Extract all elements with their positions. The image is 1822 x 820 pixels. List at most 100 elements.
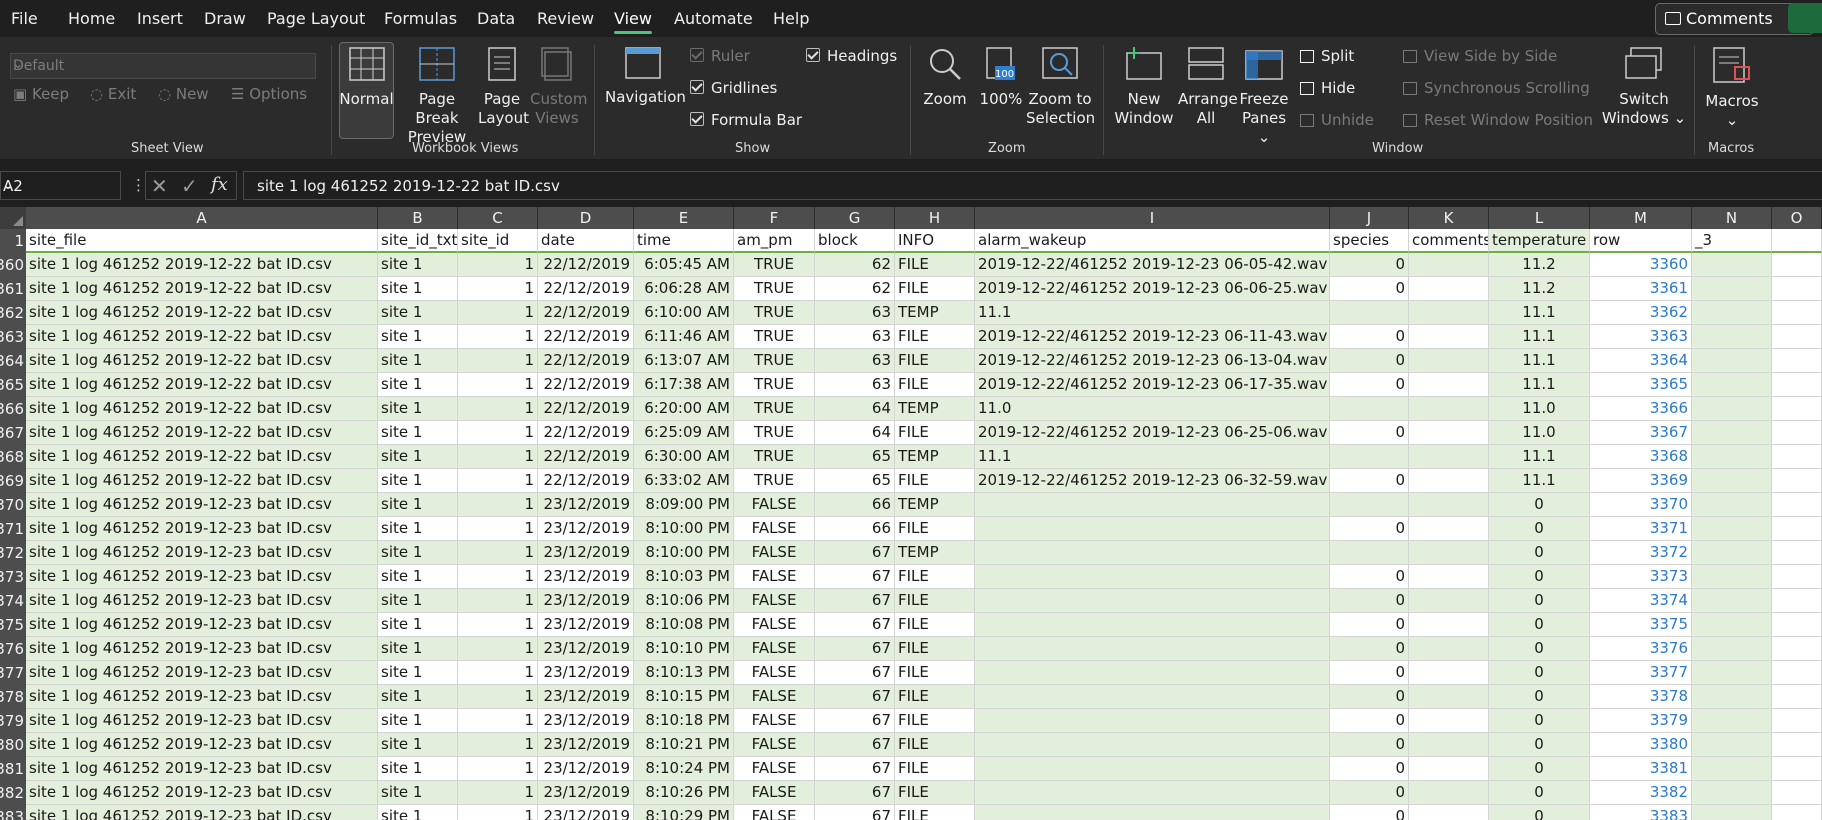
row-number[interactable]: 3370: [0, 493, 26, 517]
cell-j[interactable]: 0: [1330, 805, 1409, 820]
cell-l[interactable]: 11.1: [1489, 469, 1590, 493]
cell-o[interactable]: [1772, 709, 1822, 733]
cell-f[interactable]: TRUE: [734, 445, 815, 469]
cell-i[interactable]: 2019-12-22/461252 2019-12-23 06-11-43.wa…: [975, 325, 1330, 349]
cell-d[interactable]: 23/12/2019: [538, 757, 634, 781]
cell-n[interactable]: [1692, 589, 1772, 613]
cell-j[interactable]: [1330, 541, 1409, 565]
cell-c[interactable]: 1: [458, 781, 538, 805]
cell-f[interactable]: FALSE: [734, 661, 815, 685]
cell-b[interactable]: site 1: [378, 325, 458, 349]
cell-l[interactable]: 0: [1489, 733, 1590, 757]
cell-o[interactable]: [1772, 733, 1822, 757]
column-header-j[interactable]: J: [1330, 207, 1409, 229]
cell-a[interactable]: site 1 log 461252 2019-12-23 bat ID.csv: [26, 493, 378, 517]
cell-d[interactable]: 22/12/2019: [538, 397, 634, 421]
header-cell[interactable]: species: [1330, 229, 1409, 253]
cell-g[interactable]: 67: [815, 589, 895, 613]
cell-i[interactable]: [975, 757, 1330, 781]
cell-c[interactable]: 1: [458, 541, 538, 565]
cell-j[interactable]: 0: [1330, 637, 1409, 661]
header-cell[interactable]: [1772, 229, 1822, 253]
formula-bar-checkbox[interactable]: Formula Bar: [690, 111, 802, 129]
cell-f[interactable]: FALSE: [734, 685, 815, 709]
cell-d[interactable]: 22/12/2019: [538, 469, 634, 493]
cell-m[interactable]: 3371: [1590, 517, 1692, 541]
cell-a[interactable]: site 1 log 461252 2019-12-23 bat ID.csv: [26, 661, 378, 685]
cell-e[interactable]: 8:10:24 PM: [634, 757, 734, 781]
cell-c[interactable]: 1: [458, 493, 538, 517]
reset-window-position-button[interactable]: Reset Window Position: [1403, 111, 1593, 129]
cell-c[interactable]: 1: [458, 301, 538, 325]
cell-a[interactable]: site 1 log 461252 2019-12-22 bat ID.csv: [26, 421, 378, 445]
cell-f[interactable]: FALSE: [734, 589, 815, 613]
cell-f[interactable]: TRUE: [734, 397, 815, 421]
cell-e[interactable]: 8:10:26 PM: [634, 781, 734, 805]
cell-l[interactable]: 0: [1489, 805, 1590, 820]
cell-k[interactable]: [1409, 661, 1489, 685]
cell-l[interactable]: 0: [1489, 565, 1590, 589]
cell-b[interactable]: site 1: [378, 469, 458, 493]
cell-b[interactable]: site 1: [378, 397, 458, 421]
cell-e[interactable]: 6:06:28 AM: [634, 277, 734, 301]
cell-b[interactable]: site 1: [378, 781, 458, 805]
cell-b[interactable]: site 1: [378, 253, 458, 277]
page-layout-button[interactable]: Page Layout: [478, 47, 529, 128]
cell-k[interactable]: [1409, 517, 1489, 541]
cell-a[interactable]: site 1 log 461252 2019-12-22 bat ID.csv: [26, 349, 378, 373]
cell-j[interactable]: [1330, 397, 1409, 421]
column-header-n[interactable]: N: [1692, 207, 1772, 229]
cell-c[interactable]: 1: [458, 613, 538, 637]
cell-o[interactable]: [1772, 373, 1822, 397]
cell-c[interactable]: 1: [458, 661, 538, 685]
cell-j[interactable]: 0: [1330, 469, 1409, 493]
cell-l[interactable]: 11.1: [1489, 325, 1590, 349]
column-header-k[interactable]: K: [1409, 207, 1489, 229]
row-number[interactable]: 3375: [0, 613, 26, 637]
menu-formulas[interactable]: Formulas: [384, 9, 457, 28]
cell-m[interactable]: 3377: [1590, 661, 1692, 685]
row-number[interactable]: 3374: [0, 589, 26, 613]
zoom-button[interactable]: Zoom: [920, 47, 970, 109]
cell-l[interactable]: 11.1: [1489, 349, 1590, 373]
cell-m[interactable]: 3382: [1590, 781, 1692, 805]
cell-l[interactable]: 0: [1489, 637, 1590, 661]
menu-view[interactable]: View: [614, 9, 652, 34]
cell-e[interactable]: 8:09:00 PM: [634, 493, 734, 517]
cell-h[interactable]: FILE: [895, 709, 975, 733]
cell-o[interactable]: [1772, 613, 1822, 637]
cell-a[interactable]: site 1 log 461252 2019-12-22 bat ID.csv: [26, 277, 378, 301]
cell-e[interactable]: 8:10:08 PM: [634, 613, 734, 637]
cell-n[interactable]: [1692, 805, 1772, 820]
cell-d[interactable]: 23/12/2019: [538, 541, 634, 565]
cell-k[interactable]: [1409, 373, 1489, 397]
select-all-button[interactable]: [0, 207, 26, 229]
cell-k[interactable]: [1409, 277, 1489, 301]
cell-f[interactable]: TRUE: [734, 301, 815, 325]
cell-l[interactable]: 0: [1489, 709, 1590, 733]
header-cell[interactable]: alarm_wakeup: [975, 229, 1330, 253]
cell-l[interactable]: 11.0: [1489, 397, 1590, 421]
cell-k[interactable]: [1409, 445, 1489, 469]
cell-f[interactable]: FALSE: [734, 805, 815, 820]
sheet-view-select[interactable]: Default ⌄: [10, 53, 316, 79]
cell-l[interactable]: 0: [1489, 757, 1590, 781]
cell-d[interactable]: 23/12/2019: [538, 493, 634, 517]
cell-i[interactable]: [975, 805, 1330, 820]
cell-m[interactable]: 3370: [1590, 493, 1692, 517]
cell-m[interactable]: 3373: [1590, 565, 1692, 589]
cell-k[interactable]: [1409, 541, 1489, 565]
cell-a[interactable]: site 1 log 461252 2019-12-22 bat ID.csv: [26, 325, 378, 349]
cell-c[interactable]: 1: [458, 757, 538, 781]
cell-n[interactable]: [1692, 565, 1772, 589]
cell-n[interactable]: [1692, 517, 1772, 541]
cell-m[interactable]: 3367: [1590, 421, 1692, 445]
cell-d[interactable]: 22/12/2019: [538, 421, 634, 445]
normal-view-button[interactable]: Normal: [339, 47, 394, 109]
cell-o[interactable]: [1772, 637, 1822, 661]
cell-m[interactable]: 3366: [1590, 397, 1692, 421]
menu-file[interactable]: File: [11, 9, 38, 28]
custom-views-button[interactable]: Custom Views: [530, 47, 587, 128]
cell-k[interactable]: [1409, 301, 1489, 325]
menu-data[interactable]: Data: [477, 9, 515, 28]
